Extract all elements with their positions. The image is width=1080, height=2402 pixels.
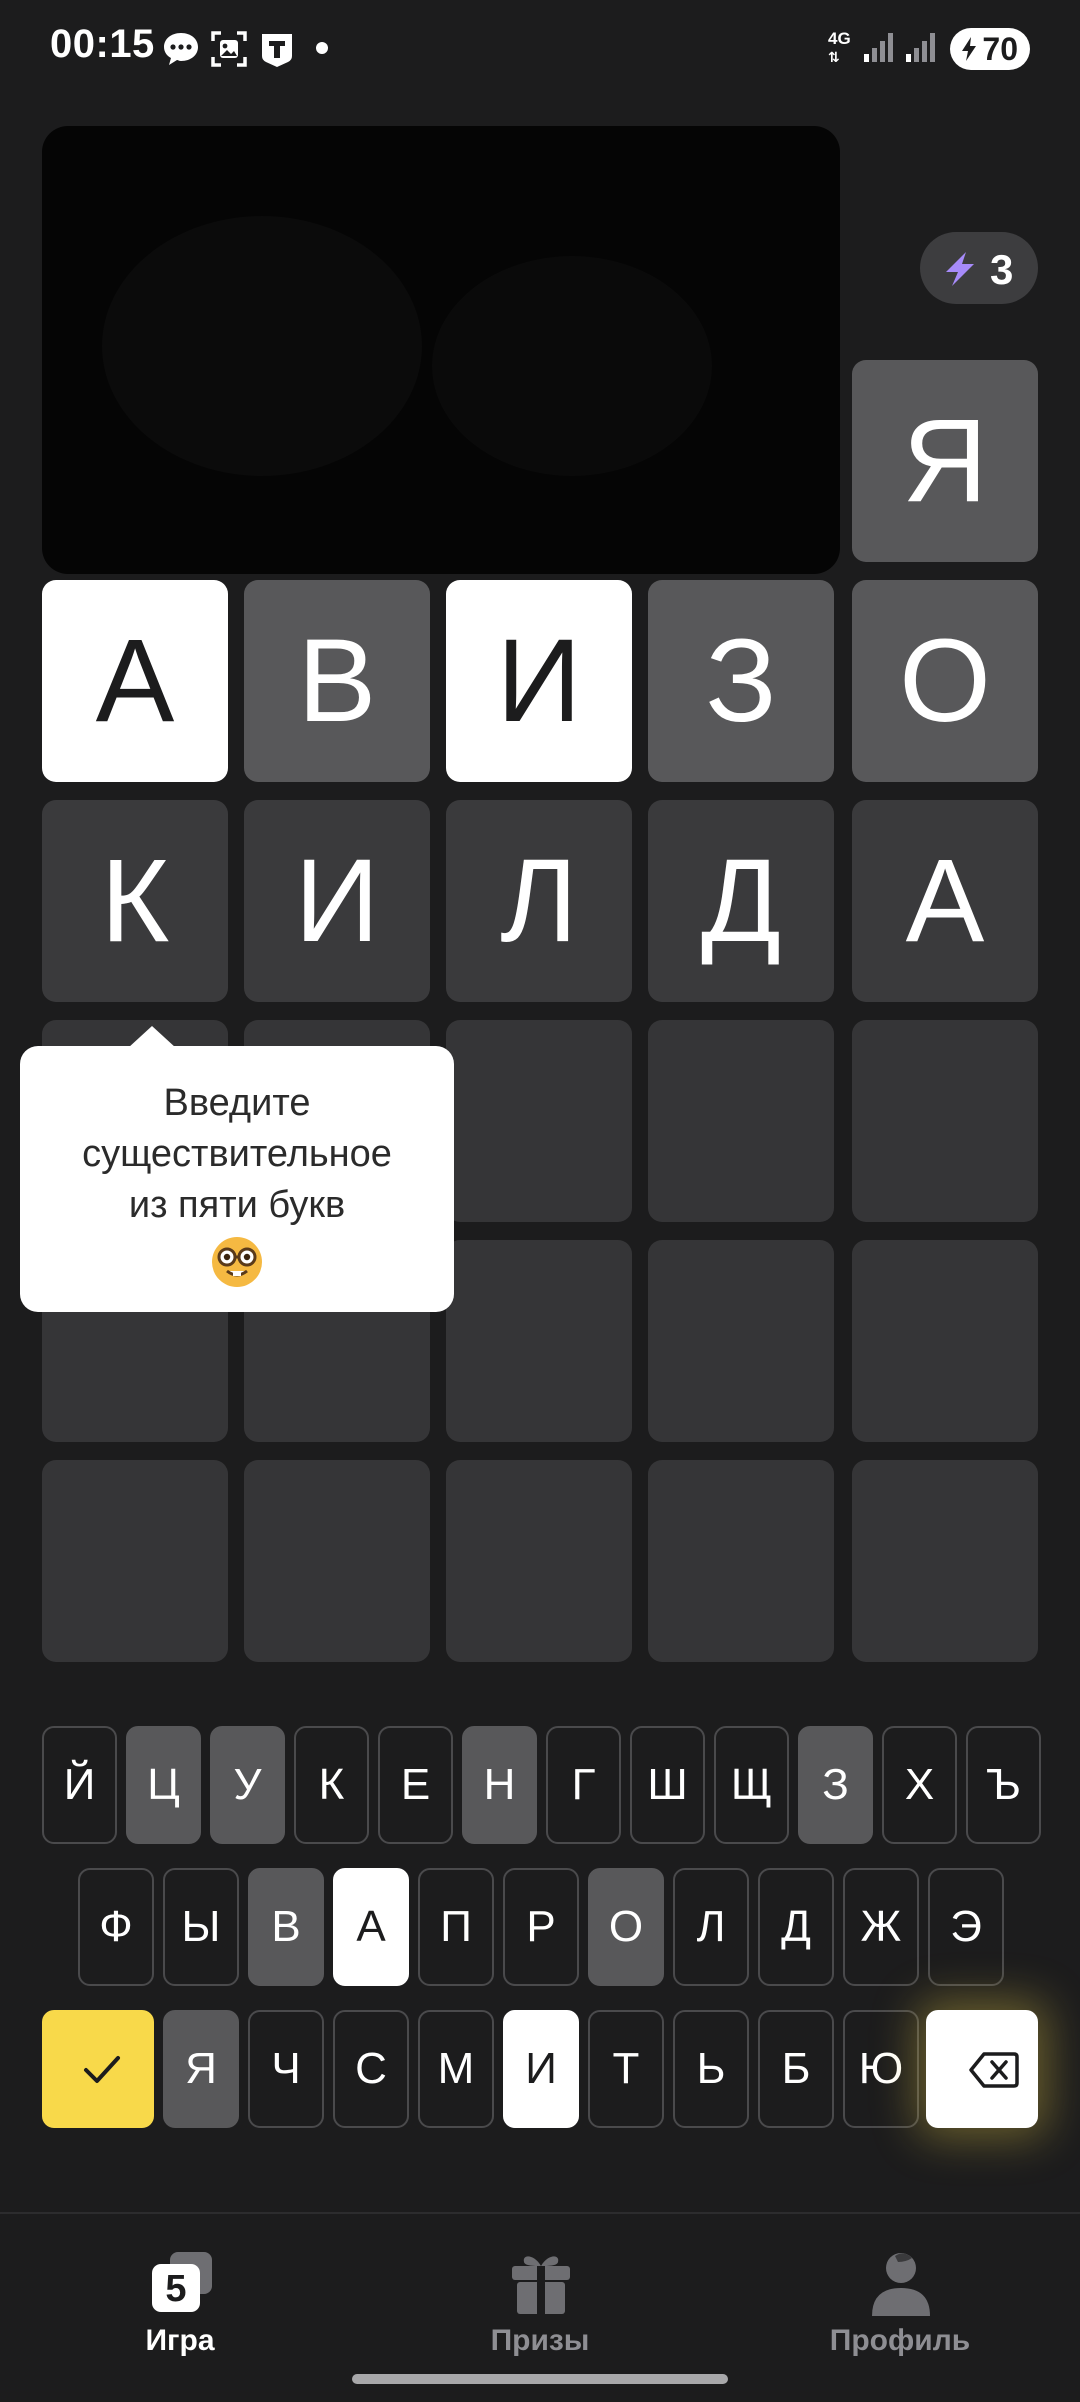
video-frame-shadow (432, 256, 712, 476)
tooltip-arrow (128, 1026, 176, 1048)
tooltip-text: из пяти букв (128, 1184, 346, 1226)
nav-label: Призы (490, 2324, 590, 2357)
empty-tile (446, 1240, 632, 1442)
empty-tile (852, 1240, 1038, 1442)
submit-button[interactable] (42, 2010, 154, 2128)
home-indicator[interactable] (352, 2374, 728, 2384)
signal-icon (904, 30, 938, 69)
key-ч[interactable]: Ч (248, 2010, 324, 2128)
battery-indicator: 70 (950, 28, 1030, 70)
grid-tile: К (42, 800, 228, 1002)
network-type: 4G ⇅ (828, 29, 851, 66)
key-а[interactable]: А (333, 1868, 409, 1986)
empty-tile (42, 1460, 228, 1662)
news-app-icon (258, 30, 296, 73)
key-ц[interactable]: Ц (126, 1726, 201, 1844)
nav-prizes[interactable]: Призы (420, 2234, 660, 2364)
checkmark-icon (84, 2056, 120, 2083)
gift-icon (512, 2256, 570, 2314)
grid-tile: А (42, 580, 228, 782)
grid-tile: З (648, 580, 834, 782)
key-ф[interactable]: Ф (78, 1868, 154, 1986)
hints-badge[interactable]: 3 (920, 232, 1038, 304)
key-ы[interactable]: Ы (163, 1868, 239, 1986)
key-ж[interactable]: Ж (843, 1868, 919, 1986)
key-ш[interactable]: Ш (630, 1726, 705, 1844)
key-г[interactable]: Г (546, 1726, 621, 1844)
message-icon (162, 30, 200, 73)
video-frame-shadow (102, 216, 422, 476)
status-bar: 00:15 4G ⇅ 70 (0, 0, 1080, 96)
empty-tile (648, 1240, 834, 1442)
empty-tile (446, 1460, 632, 1662)
grid-tile: И (244, 800, 430, 1002)
key-и[interactable]: И (503, 2010, 579, 2128)
key-х[interactable]: Х (882, 1726, 957, 1844)
backspace-button[interactable] (926, 2010, 1038, 2128)
empty-tile (852, 1020, 1038, 1222)
nav-label: Игра (145, 2324, 215, 2357)
grid-tile: И (446, 580, 632, 782)
nav-game[interactable]: 5 Игра (60, 2234, 300, 2364)
nerd-face-icon (212, 1237, 262, 1287)
tooltip-text: существительное (82, 1133, 392, 1175)
key-т[interactable]: Т (588, 2010, 664, 2128)
key-у[interactable]: У (210, 1726, 285, 1844)
key-д[interactable]: Д (758, 1868, 834, 1986)
key-е[interactable]: Е (378, 1726, 453, 1844)
key-з[interactable]: З (798, 1726, 873, 1844)
hints-count: 3 (990, 246, 1014, 293)
key-о[interactable]: О (588, 1868, 664, 1986)
photo-icon (210, 30, 248, 73)
empty-tile (446, 1020, 632, 1222)
hint-tooltip[interactable]: Введите существительное из пяти букв (20, 1026, 454, 1312)
key-р[interactable]: Р (503, 1868, 579, 1986)
key-э[interactable]: Э (928, 1868, 1004, 1986)
key-н[interactable]: Н (462, 1726, 537, 1844)
key-ь[interactable]: Ь (673, 2010, 749, 2128)
svg-text:5: 5 (165, 2268, 186, 2310)
key-м[interactable]: М (418, 2010, 494, 2128)
lightning-icon (946, 252, 974, 286)
empty-tile (852, 1460, 1038, 1662)
key-п[interactable]: П (418, 1868, 494, 1986)
key-с[interactable]: С (333, 2010, 409, 2128)
status-time: 00:15 (50, 22, 155, 66)
video-preview[interactable] (42, 126, 840, 574)
key-ю[interactable]: Ю (843, 2010, 919, 2128)
key-й[interactable]: Й (42, 1726, 117, 1844)
key-я[interactable]: Я (163, 2010, 239, 2128)
nav-label: Профиль (829, 2324, 971, 2357)
grid-tile: О (852, 580, 1038, 782)
empty-tile (244, 1460, 430, 1662)
backspace-icon (969, 2052, 1019, 2088)
battery-level: 70 (982, 31, 1018, 67)
notification-dot (316, 42, 328, 54)
key-к[interactable]: К (294, 1726, 369, 1844)
battery-charging-icon (962, 37, 976, 61)
nav-profile[interactable]: Профиль (780, 2234, 1020, 2364)
key-в[interactable]: В (248, 1868, 324, 1986)
signal-icon (862, 30, 896, 69)
empty-tile (648, 1460, 834, 1662)
profile-icon (872, 2253, 930, 2316)
key-л[interactable]: Л (673, 1868, 749, 1986)
key-ъ[interactable]: Ъ (966, 1726, 1041, 1844)
revealed-letter-tile[interactable]: Я (852, 360, 1038, 562)
grid-tile: Л (446, 800, 632, 1002)
tooltip-text: Введите (163, 1082, 311, 1124)
game-icon: 5 (152, 2252, 212, 2312)
key-б[interactable]: Б (758, 2010, 834, 2128)
grid-tile: А (852, 800, 1038, 1002)
key-щ[interactable]: Щ (714, 1726, 789, 1844)
grid-tile: В (244, 580, 430, 782)
grid-tile: Д (648, 800, 834, 1002)
empty-tile (648, 1020, 834, 1222)
